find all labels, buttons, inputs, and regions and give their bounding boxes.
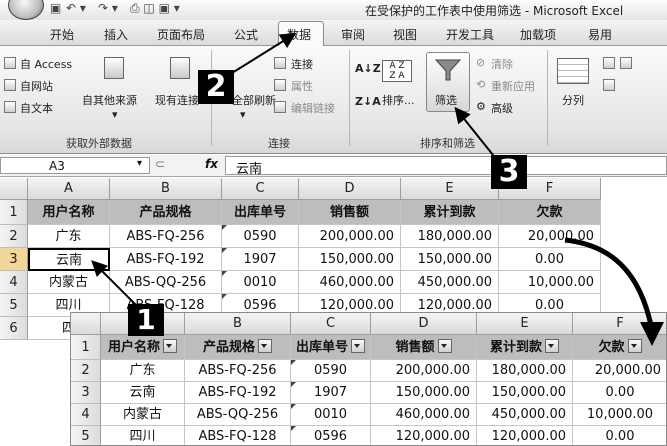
- callout-badge: 3: [491, 155, 527, 189]
- callout-badge: 2: [198, 70, 234, 104]
- annotation-arrows: [91, 32, 664, 346]
- callout-badge: 1: [128, 304, 164, 336]
